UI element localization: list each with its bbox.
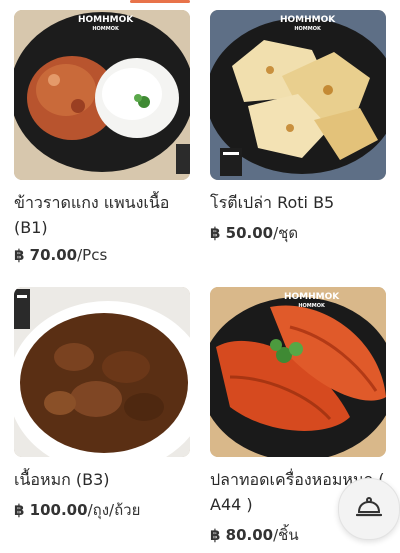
menu-item-name: เนื้อหมก (B3) [14,470,110,489]
price-unit: /Pcs [77,246,108,264]
menu-item-name: โรตีเปล่า Roti B5 [210,193,335,212]
menu-grid: HOMHMOK HOMMOK ข้าวราดแกง แพนงเนื้อ (B1)… [0,0,400,553]
menu-item-price: ฿ 50.00/ชุด [210,221,386,245]
price-unit: /ชุด [273,224,299,242]
price-value: 80.00 [225,526,274,544]
currency-symbol: ฿ [14,246,25,264]
price-value: 50.00 [225,224,274,242]
brand-logo: HOMHMOK HOMMOK [280,16,335,34]
menu-item-card[interactable]: HOMHMOK HOMMOK โรตีเปล่า Roti B5 ฿ 50.00… [210,10,386,245]
menu-item-photo: HOMHMOK HOMMOK [14,10,190,180]
menu-item-price: ฿ 100.00/ถุง/ถ้วย [14,498,190,522]
price-value: 70.00 [29,246,78,264]
brand-logo: HOMHMOK HOMMOK [284,293,339,311]
currency-symbol: ฿ [14,501,25,519]
brand-logo-text: HOMHMOK [78,15,134,25]
menu-item-name: ข้าวราดแกง แพนงเนื้อ (B1) [14,193,170,237]
brand-logo-subtext: HOMMOK [294,26,321,32]
menu-item-price: ฿ 70.00/Pcs [14,246,190,264]
brand-logo-text: HOMHMOK [284,292,340,302]
brand-logo-text: HOMHMOK [280,15,336,25]
brand-logo-subtext: HOMMOK [92,26,119,32]
price-value: 100.00 [29,501,88,519]
menu-item-photo: HOMHMOK HOMMOK [210,10,386,180]
cloche-icon [355,495,383,523]
price-unit: /ชิ้น [273,526,299,544]
price-unit: /ถุง/ถ้วย [87,501,141,519]
menu-item-card[interactable]: เนื้อหมก (B3) ฿ 100.00/ถุง/ถ้วย [14,287,190,522]
menu-item-photo: HOMHMOK HOMMOK [210,287,386,457]
cart-button[interactable] [338,478,400,540]
menu-item-card[interactable]: HOMHMOK HOMMOK ข้าวราดแกง แพนงเนื้อ (B1)… [14,10,190,264]
menu-item-photo [14,287,190,457]
brand-logo-subtext: HOMMOK [298,303,325,309]
currency-symbol: ฿ [210,526,221,544]
brand-logo: HOMHMOK HOMMOK [78,16,133,34]
currency-symbol: ฿ [210,224,221,242]
